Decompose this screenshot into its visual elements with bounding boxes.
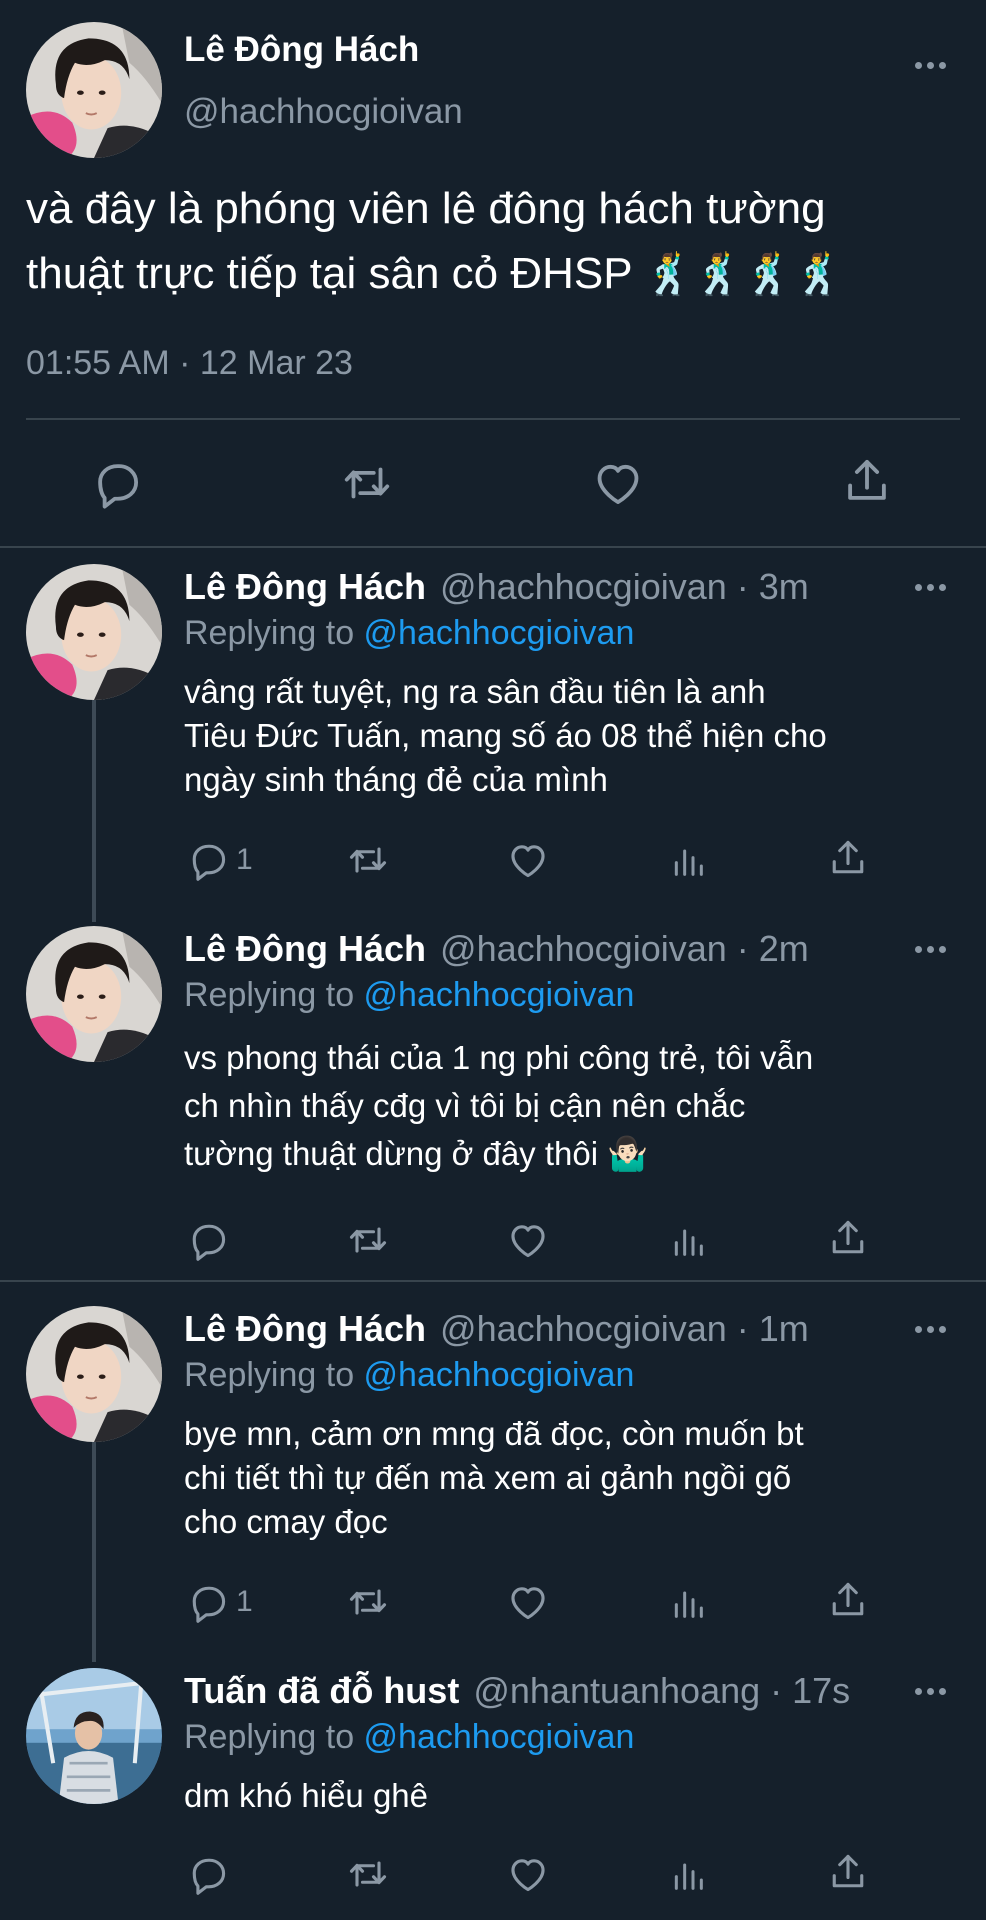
replying-to-handle[interactable]: @hachhocgioivan (364, 614, 635, 652)
avatar[interactable] (26, 926, 162, 1062)
retweet-icon (344, 838, 392, 882)
retweet-button[interactable] (344, 1852, 392, 1896)
avatar[interactable] (26, 1668, 162, 1804)
reply-icon (186, 1852, 230, 1896)
more-icon[interactable] (915, 946, 946, 953)
share-icon (826, 836, 870, 880)
analytics-button[interactable] (668, 1220, 708, 1262)
analytics-button[interactable] (668, 1582, 708, 1624)
replying-to-handle[interactable]: @hachhocgioivan (364, 1718, 635, 1756)
like-button[interactable] (590, 456, 646, 510)
retweet-icon (338, 456, 396, 510)
reply-display-name[interactable]: Lê Đông Hách (184, 566, 426, 607)
main-text-line1: và đây là phóng viên lê đông hách tường (26, 184, 826, 233)
reply-display-name[interactable]: Tuấn đã đỗ hust (184, 1670, 459, 1711)
reply-meta: @hachhocgioivan · 3m (440, 566, 809, 607)
main-text-line2: thuật trực tiếp tại sân cỏ ĐHSP (26, 249, 632, 298)
more-icon[interactable] (915, 62, 946, 69)
retweet-button[interactable] (338, 456, 396, 510)
replying-to-label: Replying to (184, 1718, 364, 1756)
section-separator (0, 1280, 986, 1282)
retweet-icon (344, 1580, 392, 1624)
thread-line (92, 1440, 96, 1662)
share-button[interactable] (826, 1578, 870, 1622)
share-button[interactable] (840, 454, 894, 508)
section-separator (0, 546, 986, 548)
reply-meta: @hachhocgioivan · 2m (440, 928, 809, 969)
reply-text: dm khó hiểu ghê (184, 1777, 429, 1814)
retweet-button[interactable] (344, 838, 392, 882)
retweet-icon (344, 1852, 392, 1896)
replying-to-handle[interactable]: @hachhocgioivan (364, 976, 635, 1014)
avatar[interactable] (26, 1306, 162, 1442)
reply-button[interactable] (186, 1218, 236, 1262)
more-icon[interactable] (915, 1326, 946, 1333)
reply-display-name[interactable]: Lê Đông Hách (184, 1308, 426, 1349)
share-icon (826, 1850, 870, 1894)
replying-to-label: Replying to (184, 976, 364, 1014)
reply-meta: @nhantuanhoang · 17s (473, 1670, 851, 1711)
main-tweet-text: và đây là phóng viên lê đông hách tường … (26, 176, 843, 308)
analytics-icon (668, 840, 708, 882)
share-button[interactable] (826, 1216, 870, 1260)
analytics-icon (668, 1582, 708, 1624)
reply-count: 1 (236, 1585, 253, 1618)
reply-button[interactable] (186, 1852, 236, 1896)
like-button[interactable] (506, 838, 550, 882)
reply-icon (186, 1580, 230, 1624)
replying-to-handle[interactable]: @hachhocgioivan (364, 1356, 635, 1394)
reply-text: vs phong thái của 1 ng phi công trẻ, tôi… (184, 1039, 814, 1172)
share-icon (826, 1216, 870, 1260)
analytics-button[interactable] (668, 840, 708, 882)
dancer-emojis: 🕺🕺🕺🕺 (644, 253, 844, 297)
retweet-icon (344, 1218, 392, 1262)
more-icon[interactable] (915, 584, 946, 591)
reply-meta: @hachhocgioivan · 1m (440, 1308, 809, 1349)
share-button[interactable] (826, 1850, 870, 1894)
share-icon (840, 454, 894, 508)
replying-to-label: Replying to (184, 614, 364, 652)
like-button[interactable] (506, 1852, 550, 1896)
reply-button[interactable]: 1 (186, 1580, 253, 1624)
thread-line (92, 700, 96, 922)
avatar[interactable] (26, 22, 162, 158)
like-icon (506, 1580, 550, 1624)
reply-icon (186, 838, 230, 882)
reply-icon (186, 1218, 230, 1262)
avatar[interactable] (26, 564, 162, 700)
like-icon (590, 456, 646, 510)
like-icon (506, 1852, 550, 1896)
like-icon (506, 838, 550, 882)
reply-display-name[interactable]: Lê Đông Hách (184, 928, 426, 969)
replying-to-label: Replying to (184, 1356, 364, 1394)
analytics-icon (668, 1220, 708, 1262)
analytics-button[interactable] (668, 1854, 708, 1896)
more-icon[interactable] (915, 1688, 946, 1695)
retweet-button[interactable] (344, 1218, 392, 1262)
main-handle[interactable]: @hachhocgioivan (184, 92, 463, 132)
main-timestamp: 01:55 AM · 12 Mar 23 (26, 344, 353, 382)
reply-count: 1 (236, 843, 253, 876)
analytics-icon (668, 1854, 708, 1896)
reply-button[interactable]: 1 (186, 838, 253, 882)
divider (26, 418, 960, 420)
like-button[interactable] (506, 1580, 550, 1624)
reply-text: vâng rất tuyệt, ng ra sân đầu tiên là an… (184, 673, 827, 798)
like-button[interactable] (506, 1218, 550, 1262)
reply-text: bye mn, cảm ơn mng đã đọc, còn muốn bt c… (184, 1415, 804, 1540)
reply-button[interactable] (90, 456, 144, 510)
share-icon (826, 1578, 870, 1622)
retweet-button[interactable] (344, 1580, 392, 1624)
share-button[interactable] (826, 836, 870, 880)
like-icon (506, 1218, 550, 1262)
main-display-name[interactable]: Lê Đông Hách (184, 30, 419, 70)
reply-icon (90, 456, 144, 510)
